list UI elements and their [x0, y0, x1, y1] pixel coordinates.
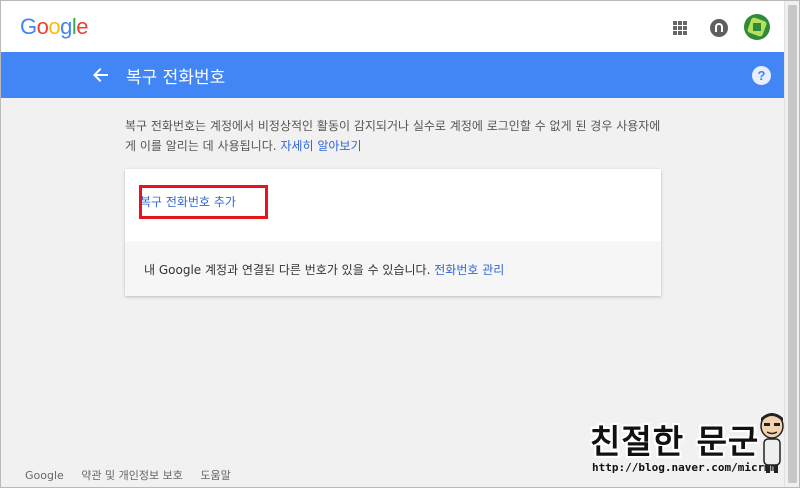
card-note: 내 Google 계정과 연결된 다른 번호가 있을 수 있습니다. 전화번호 … [144, 261, 504, 278]
logo-letter: o [36, 14, 49, 39]
scrollbar-thumb[interactable] [788, 5, 797, 483]
logo-letter: g [60, 14, 72, 39]
watermark-url: http://blog.naver.com/micrmm [592, 461, 778, 474]
logo-letter: G [20, 14, 37, 39]
footer-google[interactable]: Google [25, 469, 64, 482]
description-text: 복구 전화번호는 계정에서 비정상적인 활동이 감지되거나 실수로 계정에 로그… [125, 119, 661, 153]
arrow-back-icon[interactable] [91, 65, 111, 85]
watermark-title: 친절한 문군 [590, 422, 760, 461]
card-note-text: 내 Google 계정과 연결된 다른 번호가 있을 수 있습니다. [144, 263, 431, 277]
apps-grid-icon[interactable] [673, 21, 687, 35]
red-highlight-box [139, 185, 268, 219]
footer-help[interactable]: 도움말 [200, 469, 230, 482]
description: 복구 전화번호는 계정에서 비정상적인 활동이 감지되거나 실수로 계정에 로그… [125, 116, 665, 156]
cartoon-face-icon [760, 413, 784, 473]
card-note-section: 내 Google 계정과 연결된 다른 번호가 있을 수 있습니다. 전화번호 … [125, 241, 661, 296]
page-title: 복구 전화번호 [126, 68, 226, 88]
blog-watermark: 친절한 문군 http://blog.naver.com/micrmm [590, 415, 780, 483]
top-bar: Google [1, 1, 784, 52]
logo-letter: o [48, 14, 61, 39]
logo-letter: e [76, 14, 89, 39]
footer-terms-privacy[interactable]: 약관 및 개인정보 보호 [81, 469, 183, 482]
google-logo[interactable]: Google [20, 14, 89, 40]
help-icon[interactable]: ? [752, 66, 771, 85]
manage-phone-numbers-link[interactable]: 전화번호 관리 [434, 263, 504, 277]
learn-more-link[interactable]: 자세히 알아보기 [280, 139, 361, 153]
page-header: 복구 전화번호 ? [1, 52, 784, 98]
footer: Google 약관 및 개인정보 보호 도움말 [25, 467, 245, 483]
vertical-scrollbar[interactable] [784, 1, 799, 487]
account-avatar[interactable] [744, 14, 770, 40]
notifications-icon[interactable] [710, 19, 728, 37]
